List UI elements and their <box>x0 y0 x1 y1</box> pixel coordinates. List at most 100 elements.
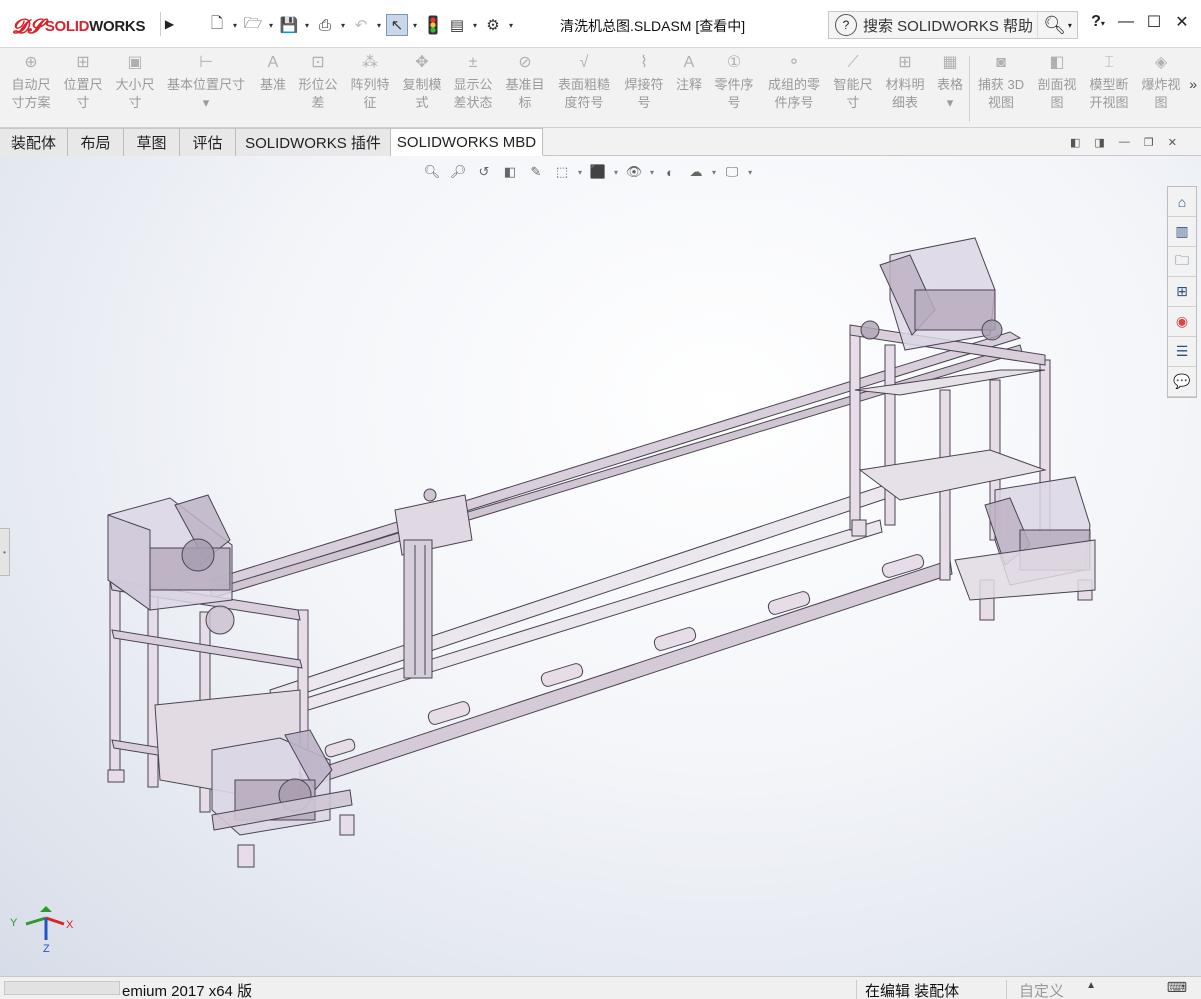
minimize-icon[interactable]: — <box>1117 13 1135 31</box>
smart-dimension-icon: ⟋ <box>847 54 859 71</box>
assembly-model[interactable] <box>0 156 1160 976</box>
triad-x-label: X <box>66 919 74 931</box>
command-label-line2: 视图 <box>987 95 1014 110</box>
open-dropdown-icon[interactable]: ▾ <box>266 21 276 30</box>
capture-3d-view-icon: ◙ <box>996 54 1006 71</box>
bom-icon: ⊞ <box>898 54 912 71</box>
doc-minimize-icon[interactable]: — <box>1119 136 1130 149</box>
tab-4[interactable]: SOLIDWORKS 插件 <box>236 128 391 156</box>
command-datum-target[interactable]: ⊘ 基准目标 <box>500 52 550 124</box>
command-tabs: 装配体 布局 草图 评估 SOLIDWORKS 插件 SOLIDWORKS MBD <box>0 128 1201 156</box>
command-smart-dimension[interactable]: ⟋ 智能尺寸 <box>828 52 878 124</box>
tolerance-status-icon: ± <box>468 54 478 71</box>
search-input[interactable]: 搜索 SOLIDWORKS 帮助 <box>863 15 1037 36</box>
command-label: 零件序 <box>714 77 754 92</box>
open-icon[interactable]: 🗁 <box>242 14 264 36</box>
tab-5[interactable]: SOLIDWORKS MBD <box>391 128 543 156</box>
properties-dropdown-icon[interactable]: ▾ <box>470 21 480 30</box>
command-size-dim[interactable]: ▣ 大小尺寸 <box>110 52 160 124</box>
window-controls: ?▾ — ☐ ✕ <box>1089 12 1191 32</box>
command-weld-symbol[interactable]: ⌇ 焊接符号 <box>619 52 669 124</box>
file-explorer-icon[interactable]: 🗀 <box>1168 247 1196 277</box>
ds-logo-icon: 𝓓𝓢 <box>12 14 43 38</box>
home-icon[interactable]: ⌂ <box>1168 187 1196 217</box>
doc-restore-icon[interactable]: ❐ <box>1144 136 1154 149</box>
table-icon: ▦ <box>942 54 958 71</box>
help-menu-button[interactable]: ?▾ <box>1089 13 1107 31</box>
command-label: 基准 <box>259 77 286 92</box>
command-exploded-view[interactable]: ◈ 爆炸视图 <box>1136 52 1186 124</box>
status-progress <box>4 981 120 995</box>
command-label: 焊接符 <box>624 77 664 92</box>
command-note[interactable]: A 注释 <box>670 52 708 124</box>
search-icon[interactable]: 🔍︎ ▾ <box>1037 12 1077 38</box>
command-table[interactable]: ▦ 表格 ▾ <box>932 52 968 124</box>
new-dropdown-icon[interactable]: ▾ <box>230 21 240 30</box>
logo-wordmark: SOLIDWORKS <box>44 17 146 35</box>
options-icon[interactable]: ⚙ <box>482 14 504 36</box>
section-view-icon: ◧ <box>1049 54 1065 71</box>
command-label: 复制模 <box>402 77 442 92</box>
view-palette-icon[interactable]: ⊞ <box>1168 277 1196 307</box>
command-label: 注释 <box>675 77 702 92</box>
save-dropdown-icon[interactable]: ▾ <box>302 21 312 30</box>
status-help-icon[interactable]: ⌨ <box>1167 979 1187 996</box>
design-library-icon[interactable]: ▥ <box>1168 217 1196 247</box>
options-dropdown-icon[interactable]: ▾ <box>506 21 516 30</box>
command-surface-finish[interactable]: √ 表面粗糙 度符号 <box>553 52 615 124</box>
command-auto-dim[interactable]: ⊕ 自动尺 寸方案 <box>6 52 56 124</box>
doc-close-icon[interactable]: ✕ <box>1168 136 1177 149</box>
tab-1[interactable]: 布局 <box>68 128 124 156</box>
prev-pane-icon[interactable]: ◧ <box>1070 136 1080 149</box>
command-label-line2: 式 <box>415 95 429 110</box>
command-label: 大小尺 <box>115 77 155 92</box>
solidworks-logo[interactable]: 𝓓𝓢 SOLIDWORKS <box>12 10 156 42</box>
command-label: 捕获 3D <box>977 77 1025 92</box>
command-section-view[interactable]: ◧ 剖面视图 <box>1032 52 1082 124</box>
next-pane-icon[interactable]: ◨ <box>1094 136 1104 149</box>
help-search-box[interactable]: ? 搜索 SOLIDWORKS 帮助 🔍︎ ▾ <box>828 11 1078 39</box>
forum-icon[interactable]: 💬 <box>1168 367 1196 397</box>
maximize-icon[interactable]: ☐ <box>1145 12 1163 32</box>
command-location-dim[interactable]: ⊞ 位置尺寸 <box>58 52 108 124</box>
save-icon[interactable]: 💾 <box>278 14 300 36</box>
rebuild-icon[interactable] <box>422 14 444 36</box>
location-dim-icon: ⊞ <box>76 54 90 71</box>
command-capture-3d-view[interactable]: ◙ 捕获 3D 视图 <box>974 52 1028 124</box>
command-separator <box>969 56 970 122</box>
command-model-break-view[interactable]: ⌶ 模型断 开视图 <box>1084 52 1134 124</box>
command-more-button[interactable]: » <box>1189 76 1197 92</box>
select-icon[interactable]: ↖ <box>386 14 408 36</box>
unit-system-selector[interactable]: 自定义 ▲ <box>1006 980 1146 999</box>
command-basic-location-dim[interactable]: ⊢ 基本位置尺寸 ▾ <box>162 52 250 124</box>
undo-dropdown-icon[interactable]: ▾ <box>374 21 384 30</box>
print-icon[interactable]: ⎙ <box>314 14 336 36</box>
custom-properties-icon[interactable]: ☰ <box>1168 337 1196 367</box>
select-dropdown-icon[interactable]: ▾ <box>410 21 420 30</box>
print-dropdown-icon[interactable]: ▾ <box>338 21 348 30</box>
command-datum[interactable]: A 基准 <box>255 52 291 124</box>
command-tolerance-status[interactable]: ± 显示公 差状态 <box>448 52 498 124</box>
command-geometric-tolerance[interactable]: ⊡ 形位公差 <box>293 52 343 124</box>
roller-support <box>324 738 356 758</box>
tab-3[interactable]: 评估 <box>180 128 236 156</box>
undo-icon[interactable]: ↶ <box>350 14 372 36</box>
file-properties-icon[interactable]: ▤ <box>446 14 468 36</box>
triad-y-label: Y <box>10 917 18 929</box>
appearances-icon[interactable]: ◉ <box>1168 307 1196 337</box>
command-bom[interactable]: ⊞ 材料明 细表 <box>880 52 930 124</box>
command-copy-scheme[interactable]: ✥ 复制模式 <box>397 52 447 124</box>
tab-2[interactable]: 草图 <box>124 128 180 156</box>
command-label-line2: 寸 <box>846 95 860 110</box>
command-pattern-feature[interactable]: ⁂ 阵列特征 <box>345 52 395 124</box>
graphics-area[interactable]: 🔍︎ 🔎︎ ↺ ◧ ✎ ⬚ ▾ ⬛ ▾ 👁︎ ▾ ◐ ☁ ▾ 🖵 ▾ • ⌂ ▥ 🗀 ⊞ … <box>0 156 1201 976</box>
command-stacked-balloon[interactable]: ⚬ 成组的零 件序号 <box>762 52 826 124</box>
close-icon[interactable]: ✕ <box>1173 12 1191 32</box>
menu-expand-arrow[interactable]: ▶ <box>160 12 178 36</box>
coordinate-triad: X Y Z <box>10 906 74 955</box>
geometric-tolerance-icon: ⊡ <box>311 54 325 71</box>
new-icon[interactable]: 🗋 <box>206 14 228 36</box>
doc-window-controls: ◧ ◨ — ❐ ✕ <box>1070 136 1177 149</box>
command-balloon[interactable]: ① 零件序号 <box>710 52 758 124</box>
tab-0[interactable]: 装配体 <box>0 128 68 156</box>
